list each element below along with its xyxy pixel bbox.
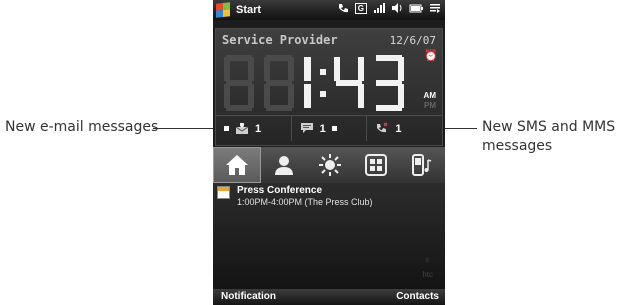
- home-tabs: [213, 147, 445, 183]
- windows-start-icon[interactable]: [216, 2, 230, 18]
- date-display: 12/6/07: [389, 34, 436, 47]
- gprs-icon[interactable]: G: [354, 2, 367, 14]
- email-icon: [235, 123, 249, 134]
- phone-icon[interactable]: [337, 2, 349, 14]
- pm-indicator: PM: [424, 101, 436, 110]
- sun-icon: [319, 154, 341, 176]
- email-callout-label: New e-mail messages: [5, 119, 159, 135]
- notification-softkey[interactable]: Notification: [221, 291, 276, 302]
- appointment-time[interactable]: 1:00PM-4:00PM (The Press Club): [237, 197, 373, 207]
- signal-icon[interactable]: [373, 2, 385, 14]
- sms-notification[interactable]: 1: [292, 116, 368, 141]
- status-icons: G: [337, 2, 441, 14]
- am-indicator: AM: [423, 91, 436, 100]
- battery-icon[interactable]: [409, 2, 423, 14]
- sms-count: 1: [319, 122, 326, 135]
- htc-mark-icon: ◖: [422, 251, 431, 267]
- tab-people[interactable]: [261, 147, 307, 183]
- email-bullet: [224, 126, 229, 131]
- sms-icon: [300, 123, 313, 133]
- tab-music[interactable]: [399, 147, 445, 183]
- email-count: 1: [255, 122, 262, 135]
- tab-weather[interactable]: [307, 147, 353, 183]
- volume-icon[interactable]: [391, 2, 403, 14]
- house-icon: [226, 155, 248, 175]
- softkey-bar: Notification Contacts: [213, 289, 445, 305]
- tab-launcher[interactable]: [353, 147, 399, 183]
- appointment-area: Press Conference 1:00PM-4:00PM (The Pres…: [213, 183, 445, 289]
- connectivity-icon[interactable]: [429, 2, 441, 14]
- appointment-title[interactable]: Press Conference: [237, 185, 322, 196]
- grid-icon: [365, 154, 387, 176]
- start-menu-label[interactable]: Start: [236, 4, 261, 16]
- alarm-icon[interactable]: ⏰: [424, 49, 438, 62]
- person-icon: [275, 156, 293, 175]
- calendar-icon: [217, 186, 230, 199]
- notification-row: 1 1 1: [216, 115, 442, 141]
- email-notification[interactable]: 1: [216, 116, 292, 141]
- service-provider: Service Provider: [222, 33, 338, 47]
- htc-logo: htc: [422, 270, 433, 279]
- contacts-softkey[interactable]: Contacts: [396, 291, 439, 302]
- phone-screen: Start G Service Provider 12/6/07 ⏰ AM PM…: [213, 0, 445, 305]
- missed-call-icon: [377, 122, 388, 133]
- sms-bullet: [331, 126, 337, 131]
- time-display[interactable]: [224, 53, 434, 113]
- home-clock-panel[interactable]: Service Provider 12/6/07 ⏰ AM PM 1 1 1: [215, 28, 443, 146]
- tab-home[interactable]: [213, 147, 261, 183]
- status-bar: Start G: [213, 0, 445, 20]
- sms-callout-label: New SMS and MMS messages: [482, 118, 615, 156]
- missed-calls-count: 1: [395, 122, 402, 135]
- sms-callout-line1: New SMS and MMS: [482, 119, 616, 135]
- missed-calls-notification[interactable]: 1: [367, 116, 442, 141]
- phone-music-icon: [412, 154, 432, 176]
- sms-callout-line2: messages: [482, 138, 553, 154]
